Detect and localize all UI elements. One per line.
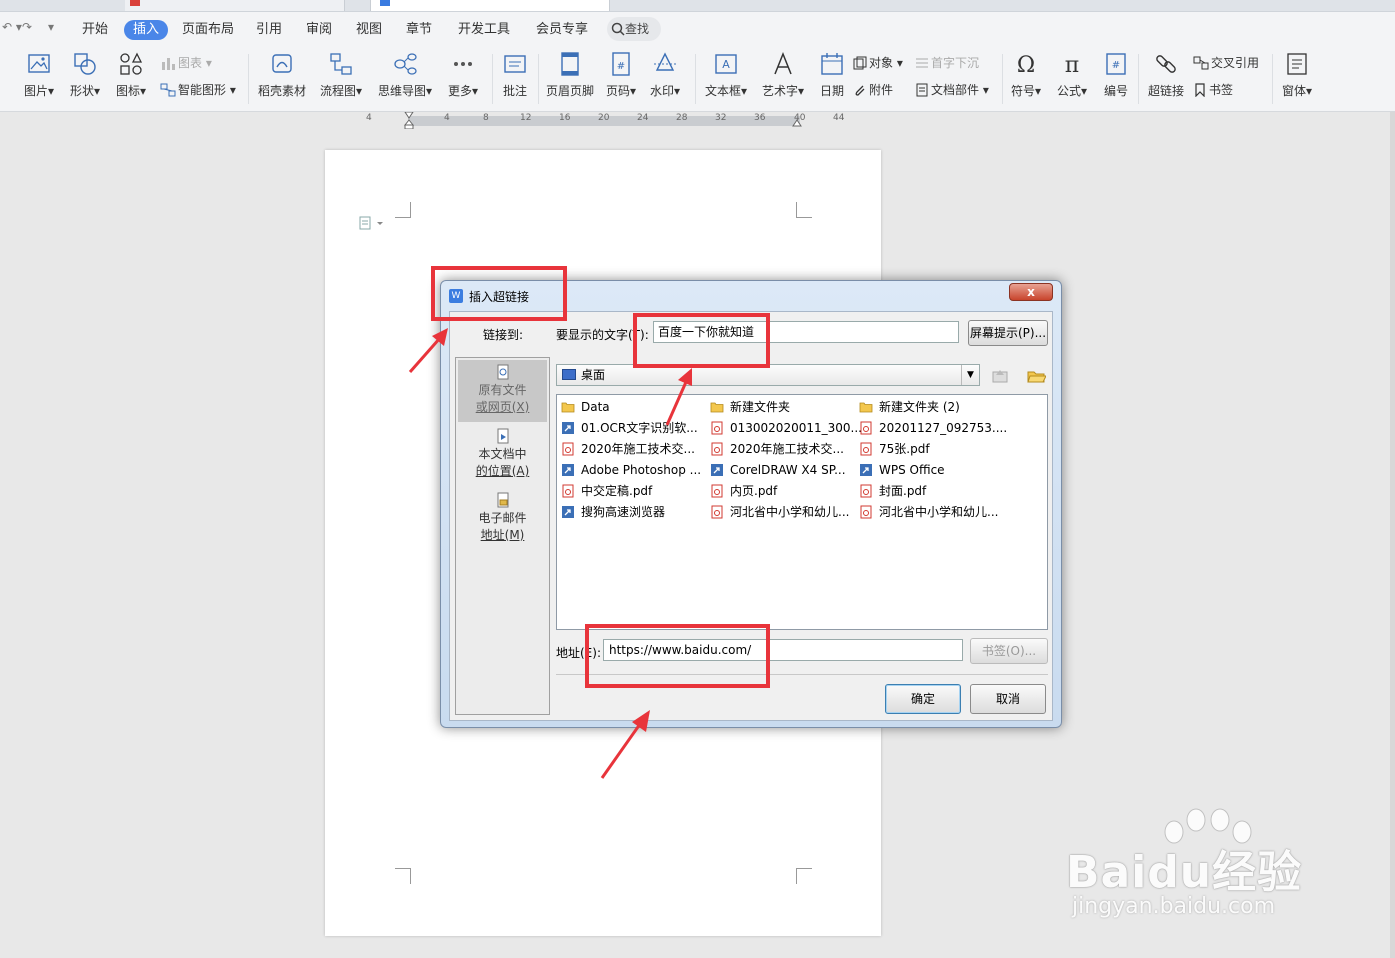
baidu-jingyan-watermark: Baidu经验 jingyan.baidu.com	[1066, 808, 1326, 928]
watermark-brand: Baidu经验	[1066, 847, 1303, 898]
watermark-url: jingyan.baidu.com	[1072, 894, 1276, 919]
